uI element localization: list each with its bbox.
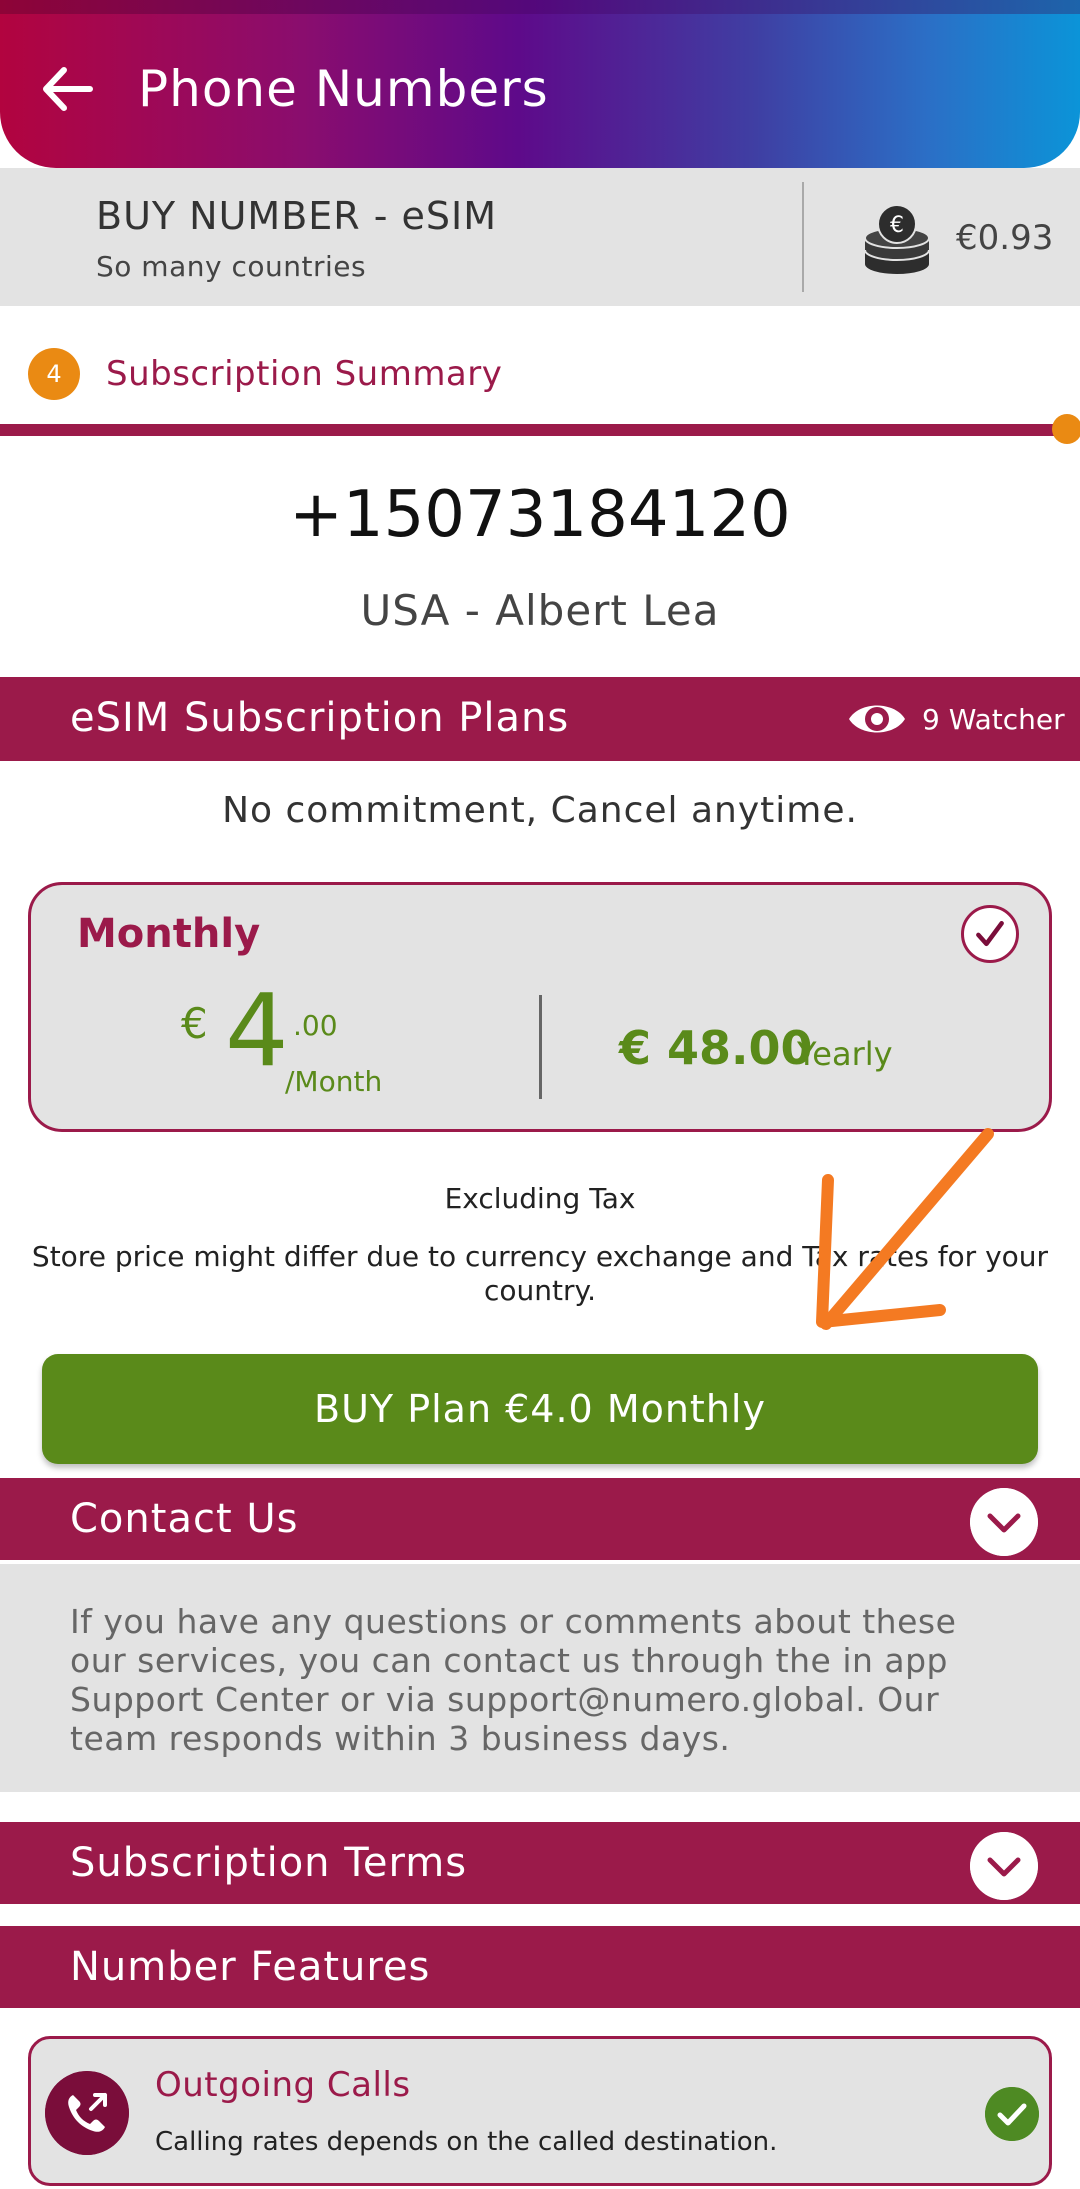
plan-option-monthly[interactable]: Monthly € 4 .00 /Month € 48.00 Yearly — [28, 882, 1052, 1132]
page-title: Phone Numbers — [138, 60, 549, 118]
yearly-label: Yearly — [797, 1035, 893, 1073]
purchase-title: BUY NUMBER - eSIM — [96, 194, 498, 238]
check-circle-icon — [985, 2087, 1039, 2141]
tax-note: Excluding Tax — [444, 1182, 636, 1215]
contact-section-title: Contact Us — [70, 1496, 299, 1542]
price-integer: 4 — [225, 972, 289, 1089]
plans-section-title: eSIM Subscription Plans — [70, 695, 570, 741]
features-section-header: Number Features — [0, 1926, 1080, 2008]
step-indicator: 4 Subscription Summary — [0, 306, 1080, 424]
features-section-title: Number Features — [70, 1944, 431, 1990]
progress-dot — [1052, 414, 1080, 444]
balance-amount: €0.93 — [956, 218, 1054, 258]
feature-item: Outgoing Calls Calling rates depends on … — [28, 2036, 1052, 2186]
outgoing-call-icon — [45, 2071, 129, 2155]
commitment-note: No commitment, Cancel anytime. — [222, 790, 858, 831]
svg-text:€: € — [890, 213, 904, 238]
eye-icon — [849, 705, 905, 733]
purchase-subtitle: So many countries — [96, 250, 367, 283]
price-period: /Month — [285, 1065, 383, 1098]
header-divider — [802, 182, 804, 292]
progress-bar — [0, 424, 1066, 436]
check-icon[interactable] — [961, 905, 1019, 963]
price-decimal: .00 — [293, 1009, 338, 1042]
yearly-amount: € 48.00 — [619, 1021, 813, 1075]
euro-coins-icon: € — [864, 204, 930, 274]
purchase-header: BUY NUMBER - eSIM So many countries € €0… — [0, 168, 1080, 306]
buy-plan-button[interactable]: BUY Plan €4.0 Monthly — [42, 1354, 1038, 1464]
terms-section-title: Subscription Terms — [70, 1840, 468, 1886]
app-bar: Phone Numbers — [0, 0, 1080, 168]
phone-number: +15073184120 — [289, 478, 791, 552]
store-price-note: Store price might differ due to currency… — [31, 1240, 1049, 1307]
step-title: Subscription Summary — [106, 354, 503, 394]
status-strip — [0, 0, 1080, 14]
contact-section-header[interactable]: Contact Us — [0, 1478, 1080, 1560]
chevron-down-icon[interactable] — [970, 1488, 1038, 1556]
watcher-count: 9 Watcher — [922, 703, 1065, 736]
plan-divider — [539, 995, 542, 1099]
contact-description: If you have any questions or comments ab… — [0, 1564, 1080, 1792]
number-location: USA - Albert Lea — [360, 586, 720, 635]
plans-section-header: eSIM Subscription Plans 9 Watcher — [0, 677, 1080, 761]
feature-title: Outgoing Calls — [155, 2065, 411, 2105]
price-currency: € — [181, 999, 208, 1048]
step-number-badge: 4 — [28, 348, 80, 400]
chevron-down-icon[interactable] — [970, 1832, 1038, 1900]
terms-section-header[interactable]: Subscription Terms — [0, 1822, 1080, 1904]
back-arrow-icon[interactable] — [36, 58, 98, 120]
plan-name: Monthly — [77, 911, 261, 957]
feature-description: Calling rates depends on the called dest… — [155, 2127, 778, 2157]
